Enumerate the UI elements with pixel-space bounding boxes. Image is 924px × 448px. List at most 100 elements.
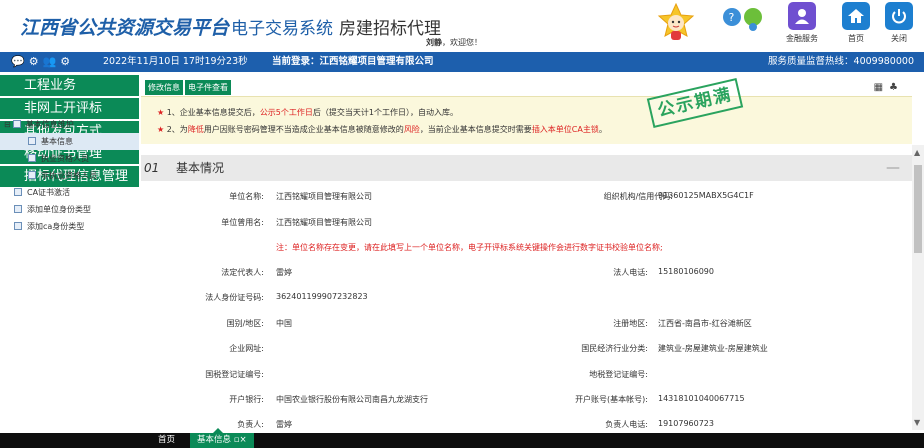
svg-text:?: ? [729, 11, 735, 24]
notice-text: 2、为 [166, 125, 188, 134]
file-icon [28, 171, 36, 179]
toolbar-icons: 💬⚙👥⚙ [11, 52, 74, 72]
tree-node-add-ca-type[interactable]: 添加ca身份类型 [0, 218, 139, 235]
hotline-text: 服务质量监督热线：4009980000 [768, 56, 914, 67]
legal-rep-value: 雷婷 [276, 268, 292, 277]
sidebar-menu-engineering[interactable]: 工程业务 [0, 75, 139, 96]
industry-value: 建筑业-房屋建筑业-房屋建筑业 [658, 344, 768, 353]
owner-phone-value: 19107960723 [658, 419, 714, 428]
tab-pointer [213, 428, 223, 433]
tree-label: 基本信息维护 [25, 120, 74, 129]
notice-highlight: 降低 [187, 125, 204, 134]
tree-node-basic-info[interactable]: 基本信息 [0, 133, 139, 150]
top-header: 江西省公共资源交易平台 电子交易系统 房建招标代理 刘静，欢迎您！ ? 金融服务 首… [0, 0, 924, 52]
logo-main-text: 江西省公共资源交易平台 [20, 18, 230, 39]
home-icon [842, 2, 870, 30]
collapse-icon[interactable]: ⊟ [4, 120, 11, 129]
notice-line-1: ★ 1、企业基本信息提交后，公示5个工作日后（提交当天计1个工作日），自动入库。 [157, 104, 912, 121]
tree-label: CA证书激活 [27, 188, 71, 197]
finance-service-button[interactable]: 金融服务 [777, 2, 827, 44]
logo-sub-text: 电子交易系统 [231, 19, 334, 38]
vertical-scrollbar[interactable]: ▲ ▼ [912, 145, 924, 430]
notice-highlight: 插入本单位CA主锁 [531, 125, 599, 134]
power-icon [885, 2, 913, 30]
file-icon [28, 137, 36, 145]
notice-text: 1、企业基本信息提交后， [166, 108, 260, 117]
owner-value: 雷婷 [276, 420, 292, 429]
field-label: 国别/地区: [226, 319, 264, 328]
bank-value: 中国农业银行股份有限公司南昌九龙湖支行 [276, 395, 428, 404]
scroll-down-icon[interactable]: ▼ [914, 418, 920, 427]
chat-icon[interactable]: ? [719, 6, 769, 32]
field-label: 开户银行: [229, 395, 264, 404]
field-label: 开户账号(基本帐号): [575, 395, 648, 404]
scroll-thumb[interactable] [914, 165, 922, 253]
star-icon: ★ [157, 108, 165, 117]
close-label: 关闭 [891, 34, 907, 43]
tree-label: 非执业资格人员 [41, 171, 97, 180]
notice-box: ★ 1、企业基本信息提交后，公示5个工作日后（提交当天计1个工作日），自动入库。… [141, 96, 912, 144]
file-icon [14, 222, 22, 230]
field-label: 单位曾用名: [221, 218, 264, 227]
field-label: 法定代表人: [221, 268, 264, 277]
legal-id-value: 362401199907232823 [276, 292, 368, 301]
tree-node-basic-info-maint[interactable]: ⊟ 基本信息维护 [0, 116, 139, 133]
scroll-up-icon[interactable]: ▲ [914, 148, 920, 157]
field-label: 组织机构/信用代码: [603, 192, 673, 201]
notice-text: 后（提交当天计1个工作日），自动入库。 [312, 108, 458, 117]
field-label: 法人身份证号码: [205, 293, 264, 302]
file-icon [14, 188, 22, 196]
close-button[interactable]: 关闭 [874, 2, 924, 44]
logo-role-text: 房建招标代理 [339, 19, 442, 38]
tab-close-icon[interactable]: × [239, 435, 246, 445]
message-icon[interactable]: 💬 [11, 55, 29, 68]
field-label: 法人电话: [613, 268, 648, 277]
gear-icon[interactable]: ⚙ [29, 55, 43, 68]
notice-highlight: 风险 [403, 125, 420, 134]
user-name: 刘静 [426, 38, 442, 47]
field-label: 国税登记证编号: [205, 370, 264, 379]
tree-node-ca-activate[interactable]: CA证书激活 [0, 184, 139, 201]
legal-phone-value: 15180106090 [658, 267, 714, 276]
notice-text: 。 [598, 125, 607, 134]
print-icon[interactable]: ▦ [874, 82, 889, 93]
notice-line-2: ★ 2、为降低用户因账号密码管理不当造成企业基本信息被随意修改的风险，当前企业基… [157, 121, 912, 138]
former-name-value: 江西铭耀项目管理有限公司 [276, 218, 372, 227]
datetime-text: 2022年11月10日 17时19分23秒 [103, 56, 248, 67]
unit-name-value: 江西铭耀项目管理有限公司 [276, 192, 372, 201]
file-icon [28, 154, 36, 162]
finance-service-label: 金融服务 [786, 34, 818, 43]
field-label: 负责人: [237, 420, 264, 429]
tree-icon[interactable]: ♣ [889, 82, 904, 93]
collapse-section-icon[interactable]: — [886, 155, 900, 181]
sidebar-tree: ⊟ 基本信息维护 基本信息 执业资格人员 非执业资格人员 CA证书激活 添加单位身… [0, 116, 139, 235]
section-header: 01 基本情况 — [141, 155, 912, 181]
section-number: 01 [144, 161, 160, 175]
tree-node-unlicensed-staff[interactable]: 非执业资格人员 [0, 167, 139, 184]
footer-active-tab[interactable]: 基本信息 ▫× [190, 428, 254, 448]
bottom-tab-bar: 首页 基本信息 ▫× [0, 428, 924, 448]
country-value: 中国 [276, 319, 292, 328]
org-code-value: 91360125MABX5G4C1F [658, 191, 754, 200]
field-label: 注册地区: [613, 319, 648, 328]
tree-label: 添加ca身份类型 [27, 222, 85, 231]
notice-text: 用户因账号密码管理不当造成企业基本信息被随意修改的 [203, 125, 404, 134]
star-icon: ★ [157, 125, 165, 134]
users-icon[interactable]: 👥 [43, 55, 61, 68]
notice-text: ，当前企业基本信息提交时需要 [419, 125, 532, 134]
account-value: 14318101040067715 [658, 394, 745, 403]
field-label: 地税登记证编号: [589, 370, 648, 379]
home-label: 首页 [848, 34, 864, 43]
tree-node-add-unit-type[interactable]: 添加单位身份类型 [0, 201, 139, 218]
settings-icon[interactable]: ⚙ [60, 55, 74, 68]
edit-info-button[interactable]: 修改信息 [145, 80, 183, 95]
section-title: 基本情况 [176, 161, 225, 175]
footer-home-tab[interactable]: 首页 [158, 433, 175, 448]
tree-node-licensed-staff[interactable]: 执业资格人员 [0, 150, 139, 167]
finance-icon [788, 2, 816, 30]
content-toolbar: 修改信息 电子件查看 ▦♣ [141, 75, 912, 96]
field-label: 企业网址: [229, 344, 264, 353]
view-docs-button[interactable]: 电子件查看 [185, 80, 231, 95]
tree-label: 添加单位身份类型 [27, 205, 91, 214]
tree-label: 基本信息 [41, 137, 73, 146]
